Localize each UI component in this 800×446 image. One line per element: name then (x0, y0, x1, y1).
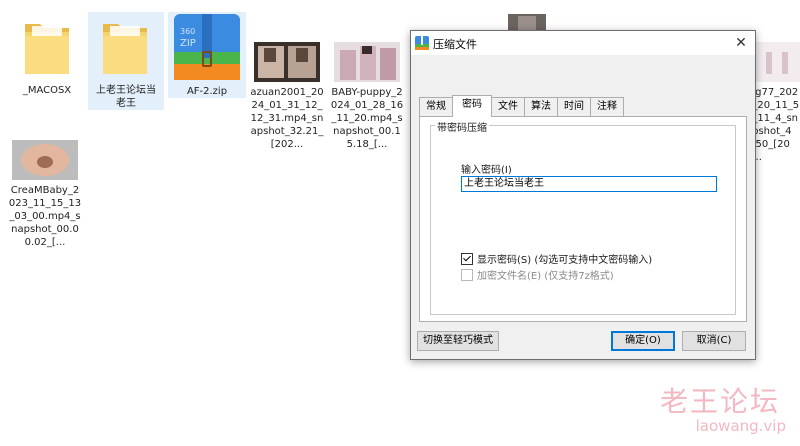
file-label: AF-2.zip (186, 86, 228, 97)
checkbox-unchecked-icon (461, 269, 473, 281)
encrypt-filenames-label: 加密文件名(E) (仅支持7z格式) (477, 271, 614, 282)
image-thumbnail (12, 140, 78, 180)
compress-dialog: 压缩文件 ✕ 常规 密码 文件 算法 时间 注释 带密码压缩 输入密码(I) 上… (410, 30, 756, 360)
password-tab-panel: 带密码压缩 输入密码(I) 上老王论坛当老王 显示密码(S) (勾选可支持中文密… (419, 116, 747, 322)
show-password-checkbox[interactable]: 显示密码(S) (勾选可支持中文密码输入) (461, 253, 652, 267)
cancel-button[interactable]: 取消(C) (682, 331, 746, 351)
watermark-text: 老王论坛 (659, 385, 780, 418)
image-thumbnail (752, 42, 800, 82)
checkbox-checked-icon[interactable] (461, 253, 473, 265)
zip-badge-line2: ZIP (180, 38, 196, 49)
tab-general[interactable]: 常规 (419, 97, 453, 116)
ok-button[interactable]: 确定(O) (611, 331, 675, 351)
tab-algorithm[interactable]: 算法 (524, 97, 558, 116)
file-label: _MACOSX (22, 85, 72, 96)
tab-time[interactable]: 时间 (557, 97, 591, 116)
file-item-folder-laowang[interactable]: 上老王论坛当老王 (88, 12, 164, 110)
close-button[interactable]: ✕ (727, 31, 755, 55)
image-thumbnail (334, 42, 400, 82)
folder-icon (103, 24, 147, 74)
close-icon: ✕ (735, 35, 747, 51)
password-input[interactable]: 上老王论坛当老王 (461, 176, 717, 192)
file-item-creambaby-snapshot[interactable]: CreaMBaby_2023_11_15_13_03_00.mp4_snapsh… (8, 140, 82, 248)
switch-lite-mode-button[interactable]: 切换至轻巧模式 (417, 331, 499, 351)
tab-files[interactable]: 文件 (491, 97, 525, 116)
file-item-baby-puppy-snapshot[interactable]: BABY-puppy_2024_01_28_16_11_20.mp4_snaps… (330, 40, 404, 150)
tab-comment[interactable]: 注释 (590, 97, 624, 116)
zip-archive-icon: 360 ZIP (174, 14, 240, 80)
tab-password[interactable]: 密码 (452, 95, 492, 117)
image-thumbnail (254, 42, 320, 82)
file-item-macosx[interactable]: _MACOSX (18, 12, 76, 104)
archive-app-icon (415, 36, 429, 50)
zip-badge-line1: 360 (180, 27, 195, 36)
file-label: azuan2001_2024_01_31_12_12_31.mp4_snapsh… (250, 87, 324, 150)
dialog-title: 压缩文件 (433, 38, 477, 51)
file-item-af2-zip[interactable]: 360 ZIP AF-2.zip (168, 12, 246, 98)
file-label: 上老王论坛当老王 (96, 85, 156, 109)
file-item-azuan-snapshot[interactable]: azuan2001_2024_01_31_12_12_31.mp4_snapsh… (250, 40, 324, 150)
file-label: BABY-puppy_2024_01_28_16_11_20.mp4_snaps… (330, 87, 404, 150)
folder-icon (25, 24, 69, 74)
password-groupbox: 带密码压缩 输入密码(I) 上老王论坛当老王 显示密码(S) (勾选可支持中文密… (430, 119, 736, 315)
encrypt-filenames-checkbox: 加密文件名(E) (仅支持7z格式) (461, 269, 614, 283)
password-label: 输入密码(I) (461, 165, 512, 176)
group-title: 带密码压缩 (435, 119, 489, 134)
file-label: CreaMBaby_2023_11_15_13_03_00.mp4_snapsh… (8, 185, 82, 248)
watermark-url: laowang.vip (695, 417, 786, 435)
show-password-label: 显示密码(S) (勾选可支持中文密码输入) (477, 255, 653, 266)
dialog-titlebar[interactable]: 压缩文件 ✕ (411, 31, 755, 55)
